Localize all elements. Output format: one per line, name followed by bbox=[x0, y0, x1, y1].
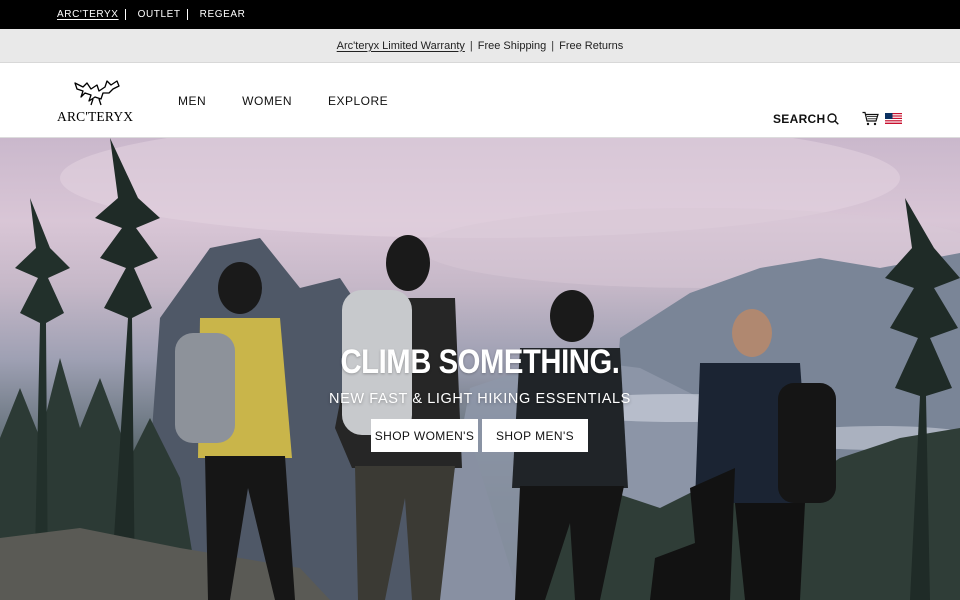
utility-separator bbox=[124, 9, 126, 20]
utility-link-arcteryx[interactable]: ARC'TERYX bbox=[57, 9, 119, 20]
main-nav: MEN WOMEN EXPLORE bbox=[178, 63, 424, 138]
promo-bar: Arc'teryx Limited Warranty | Free Shippi… bbox=[0, 29, 960, 63]
archaeopteryx-logo-icon bbox=[74, 80, 120, 106]
free-shipping-text: Free Shipping bbox=[477, 39, 547, 52]
utility-link-outlet[interactable]: OUTLET bbox=[138, 9, 181, 20]
site-logo[interactable]: ARC'TERYX bbox=[57, 75, 137, 129]
logo-text: ARC'TERYX bbox=[57, 109, 134, 124]
shop-womens-button[interactable]: SHOP WOMEN'S bbox=[371, 419, 478, 452]
nav-women[interactable]: WOMEN bbox=[242, 94, 292, 108]
site-header: ARC'TERYX MEN WOMEN EXPLORE SEARCH bbox=[0, 63, 960, 138]
hero-title: CLIMB SOMETHING. bbox=[340, 343, 620, 381]
hero-banner: CLIMB SOMETHING. NEW FAST & LIGHT HIKING… bbox=[0, 138, 960, 600]
utility-bar: ARC'TERYX OUTLET REGEAR bbox=[0, 0, 960, 29]
utility-link-regear[interactable]: REGEAR bbox=[200, 9, 246, 20]
promo-separator: | bbox=[551, 39, 555, 52]
us-flag-icon[interactable] bbox=[885, 113, 902, 124]
search-label: SEARCH bbox=[773, 112, 826, 126]
search-button[interactable]: SEARCH bbox=[773, 112, 840, 126]
search-icon bbox=[827, 113, 840, 125]
shop-mens-button[interactable]: SHOP MEN'S bbox=[482, 419, 588, 452]
nav-men[interactable]: MEN bbox=[178, 94, 206, 108]
hero-buttons: SHOP WOMEN'S SHOP MEN'S bbox=[371, 419, 588, 452]
cart-icon[interactable] bbox=[862, 111, 879, 126]
free-returns-text: Free Returns bbox=[559, 39, 624, 52]
warranty-link[interactable]: Arc'teryx Limited Warranty bbox=[337, 40, 465, 52]
hero-subtitle: NEW FAST & LIGHT HIKING ESSENTIALS bbox=[329, 391, 631, 407]
promo-separator: | bbox=[469, 39, 473, 52]
nav-explore[interactable]: EXPLORE bbox=[328, 94, 388, 108]
utility-separator bbox=[186, 9, 188, 20]
